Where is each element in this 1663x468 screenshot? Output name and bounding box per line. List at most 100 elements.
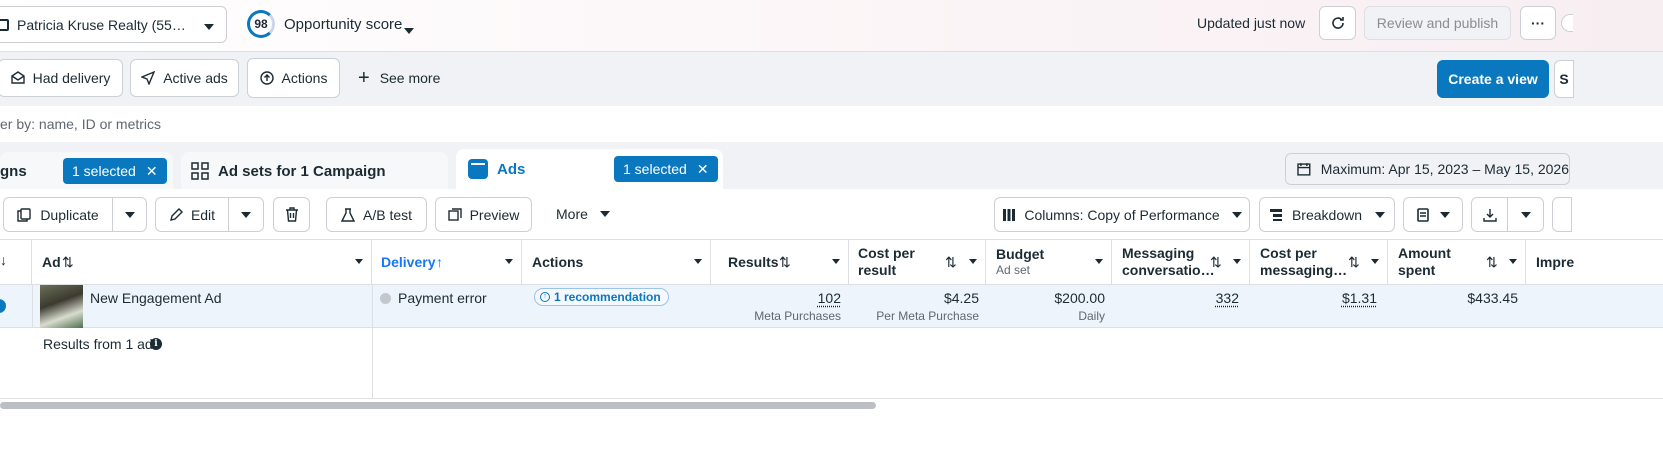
cost-per-messaging-value[interactable]: $1.31 — [1250, 290, 1377, 306]
header-label: Impre — [1536, 254, 1575, 270]
filter-label: Had delivery — [32, 70, 111, 86]
cost-per-result-subtext: Per Meta Purchase — [876, 309, 979, 323]
search-input[interactable]: er by: name, ID or metrics — [0, 116, 161, 132]
close-icon[interactable]: ✕ — [697, 161, 709, 178]
column-header-cost-per-result[interactable]: Cost per result ⇅ — [849, 240, 986, 284]
filter-actions[interactable]: Actions — [247, 58, 340, 98]
tab-ads-label: Ads — [497, 161, 526, 178]
column-divider — [32, 285, 33, 328]
see-more-label: See more — [379, 70, 441, 86]
preview-button[interactable]: Preview — [435, 197, 532, 232]
duplicate-label: Duplicate — [40, 206, 99, 223]
selected-count: 1 selected — [72, 163, 136, 179]
filter-label: Active ads — [163, 70, 228, 86]
chevron-down-icon — [1520, 211, 1531, 218]
sort-icon: ↓ — [0, 252, 7, 268]
search-bar — [0, 106, 1663, 142]
column-header-checkbox[interactable]: ↓ — [0, 240, 32, 284]
header-label: Results — [728, 254, 779, 270]
chevron-down-icon — [241, 211, 251, 218]
filter-active-ads[interactable]: Active ads — [130, 59, 239, 97]
trash-icon — [285, 207, 298, 222]
partial-button[interactable]: S — [1554, 60, 1574, 98]
create-view-button[interactable]: Create a view — [1437, 60, 1549, 98]
sort-icon: ⇅ — [1210, 253, 1222, 270]
reports-dropdown[interactable] — [1403, 197, 1463, 232]
column-header-budget[interactable]: Budget Ad set — [986, 240, 1112, 284]
messaging-value[interactable]: 332 — [1112, 290, 1239, 306]
plus-icon: + — [358, 67, 370, 89]
account-selector[interactable]: Patricia Kruse Realty (55… — [0, 6, 227, 43]
column-header-messaging[interactable]: Messaging conversatio… ⇅ — [1112, 240, 1250, 284]
more-icon: ··· — [1531, 15, 1545, 31]
delete-button[interactable] — [273, 197, 310, 232]
export-button[interactable] — [1471, 197, 1508, 232]
column-header-ad[interactable]: Ad ⇅ — [32, 240, 372, 284]
partial-toolbar-button[interactable] — [1552, 197, 1572, 232]
opportunity-score-label[interactable]: Opportunity score — [284, 16, 402, 33]
chevron-down-icon[interactable] — [404, 21, 414, 37]
breakdown-dropdown[interactable]: Breakdown — [1259, 197, 1395, 232]
chevron-down-icon — [599, 211, 610, 217]
selected-count: 1 selected — [623, 161, 687, 177]
chevron-down-icon — [694, 259, 702, 264]
info-icon[interactable]: i — [150, 338, 162, 350]
recommendation-badge[interactable]: ↑ 1 recommendation — [534, 288, 669, 306]
edit-button[interactable]: Edit — [155, 197, 229, 232]
ab-test-button[interactable]: A/B test — [326, 197, 427, 232]
tab-ad-sets[interactable]: Ad sets for 1 Campaign — [181, 152, 448, 189]
reports-icon — [1417, 207, 1429, 222]
header-label: Cost per — [858, 245, 915, 261]
account-name: Patricia Kruse Realty (55… — [17, 16, 186, 33]
tab-ad-sets-label: Ad sets for 1 Campaign — [218, 163, 386, 180]
export-dropdown[interactable] — [1507, 197, 1544, 232]
sort-icon: ⇅ — [1348, 253, 1360, 270]
table-bottom-border — [0, 398, 1663, 399]
header-label: messaging… — [1260, 262, 1348, 278]
opportunity-score-badge[interactable]: 98 — [247, 10, 275, 38]
duplicate-dropdown[interactable] — [112, 197, 147, 232]
filter-had-delivery[interactable]: Had delivery — [0, 59, 123, 97]
budget-value[interactable]: $200.00 — [986, 290, 1105, 306]
account-icon — [0, 18, 9, 31]
cost-per-result-value: $4.25 — [943, 290, 979, 306]
results-value[interactable]: 102 — [711, 290, 841, 306]
delivery-status: Payment error — [398, 290, 487, 306]
refresh-button[interactable] — [1319, 6, 1356, 40]
columns-dropdown[interactable]: Columns: Copy of Performance — [994, 197, 1250, 232]
more-dropdown-button[interactable]: More — [556, 206, 610, 222]
column-header-impressions[interactable]: Impre — [1526, 240, 1663, 284]
column-header-actions[interactable]: Actions — [522, 240, 711, 284]
close-icon[interactable]: ✕ — [146, 163, 158, 180]
ad-name-link[interactable]: New Engagement Ad — [90, 290, 222, 306]
chevron-down-icon — [505, 259, 513, 264]
chevron-down-icon — [969, 259, 977, 264]
review-and-publish-button[interactable]: Review and publish — [1364, 6, 1511, 40]
breakdown-icon — [1269, 208, 1282, 221]
sort-icon: ⇅ — [945, 253, 957, 270]
header-label: Actions — [532, 254, 584, 270]
sort-icon: ⇅ — [62, 253, 74, 270]
chevron-down-icon — [1231, 211, 1242, 218]
ads-selected-pill[interactable]: 1 selected ✕ — [614, 156, 718, 182]
see-more-button[interactable]: + See more — [358, 67, 441, 89]
more-label: More — [556, 206, 588, 222]
campaigns-selected-pill[interactable]: 1 selected ✕ — [63, 158, 167, 184]
horizontal-scrollbar[interactable] — [0, 402, 876, 409]
date-range-picker[interactable]: Maximum: Apr 15, 2023 – May 15, 2026 — [1285, 153, 1570, 185]
column-header-amount-spent[interactable]: Amount spent ⇅ — [1388, 240, 1526, 284]
edit-dropdown[interactable] — [228, 197, 264, 232]
sort-ascending-icon: ↑ — [436, 254, 443, 270]
preview-icon — [447, 207, 462, 221]
column-header-results[interactable]: Results ⇅ — [711, 240, 849, 284]
more-options-button[interactable]: ··· — [1520, 6, 1556, 40]
envelope-icon — [10, 71, 25, 84]
chevron-down-icon — [1440, 211, 1450, 218]
chevron-down-icon — [1371, 259, 1379, 264]
column-header-cost-per-messaging[interactable]: Cost per messaging… ⇅ — [1250, 240, 1388, 284]
avatar[interactable] — [1561, 14, 1573, 32]
duplicate-button[interactable]: Duplicate — [3, 197, 113, 232]
column-header-delivery[interactable]: Delivery ↑ — [372, 240, 522, 284]
results-subtext: Meta Purchases — [754, 309, 841, 323]
refresh-icon — [1331, 17, 1344, 29]
